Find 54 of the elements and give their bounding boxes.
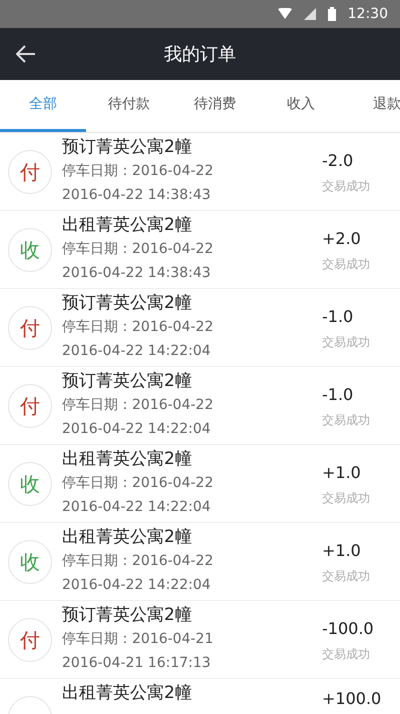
order-time: 2016-04-22 14:22:04 — [62, 420, 212, 439]
page-title: 我的订单 — [164, 42, 236, 66]
parking-date: 停车日期：2016-04-22 — [62, 162, 214, 181]
order-status: 交易成功 — [322, 646, 371, 662]
order-amount: +1.0 — [322, 540, 362, 562]
order-status: 交易成功 — [322, 412, 371, 428]
signal-icon — [304, 8, 316, 20]
tab[interactable]: 待付款 — [86, 80, 172, 132]
order-status: 交易成功 — [322, 334, 371, 350]
order-amount: -100.0 — [322, 618, 375, 640]
order-type-badge: 收 — [8, 228, 52, 272]
order-amount: -2.0 — [322, 150, 354, 172]
clock: 12:30 — [348, 4, 388, 24]
parking-date: 停车日期：2016-04-22 — [62, 240, 214, 259]
order-time: 2016-04-22 14:22:04 — [62, 576, 212, 595]
parking-date: 停车日期：2016-04-21 — [62, 630, 214, 649]
order-type-badge: 付 — [8, 384, 52, 428]
order-time: 2016-04-22 14:22:04 — [62, 498, 212, 517]
parking-date: 停车日期：2016-04-22 — [62, 552, 214, 571]
order-title: 预订菁英公寓2幢 — [62, 136, 193, 159]
battery-icon — [328, 7, 336, 21]
order-amount: -1.0 — [322, 306, 354, 328]
order-status: 交易成功 — [322, 490, 371, 506]
order-title: 预订菁英公寓2幢 — [62, 370, 193, 393]
order-amount: -1.0 — [322, 384, 354, 406]
back-arrow-icon — [16, 45, 36, 63]
order-time: 2016-04-22 14:38:43 — [62, 264, 212, 283]
order-type-badge: 付 — [8, 618, 52, 662]
order-type-badge: 收 — [8, 540, 52, 584]
parking-date: 停车日期：2016-04-22 — [62, 474, 214, 493]
order-status: 交易成功 — [322, 178, 371, 194]
order-status: 交易成功 — [322, 256, 371, 272]
order-status: 交易成功 — [322, 568, 371, 584]
order-time: 2016-04-21 16:17:13 — [62, 654, 212, 673]
tab[interactable]: 待消费 — [172, 80, 258, 132]
order-title: 出租菁英公寓2幢 — [62, 526, 193, 549]
order-title: 预订菁英公寓2幢 — [62, 292, 193, 315]
tab[interactable]: 收入 — [258, 80, 344, 132]
order-title: 预订菁英公寓2幢 — [62, 604, 193, 627]
order-type-badge: 付 — [8, 306, 52, 350]
order-title: 出租菁英公寓2幢 — [62, 682, 193, 705]
order-title: 出租菁英公寓2幢 — [62, 448, 193, 471]
wifi-icon — [278, 8, 292, 20]
order-type-badge: 付 — [8, 150, 52, 194]
order-amount: +2.0 — [322, 228, 362, 250]
order-amount: +100.0 — [322, 688, 382, 710]
order-type-badge: 收 — [8, 462, 52, 506]
order-title: 出租菁英公寓2幢 — [62, 214, 193, 237]
order-amount: +1.0 — [322, 462, 362, 484]
order-time: 2016-04-22 14:38:43 — [62, 186, 212, 205]
parking-date: 停车日期：2016-04-22 — [62, 318, 214, 337]
order-time: 2016-04-22 14:22:04 — [62, 342, 212, 361]
parking-date: 停车日期：2016-04-22 — [62, 396, 214, 415]
tab[interactable]: 全部 — [0, 80, 86, 132]
